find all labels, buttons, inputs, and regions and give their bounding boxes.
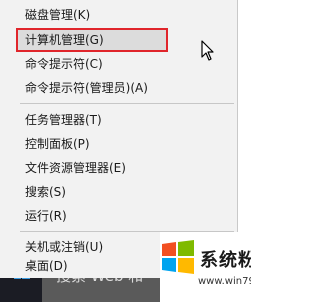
screenshot: 磁盘管理(K) 计算机管理(G) 命令提示符(C) 命令提示符(管理员)(A) …: [0, 0, 251, 302]
menu-item-file-explorer[interactable]: 文件资源管理器(E): [0, 156, 236, 180]
watermark-title: 系统粉: [200, 250, 251, 271]
menu-item-control-panel[interactable]: 控制面板(P): [0, 132, 236, 156]
menu-item-disk-management[interactable]: 磁盘管理(K): [0, 3, 236, 27]
mouse-pointer-icon: [201, 40, 214, 61]
windows-logo-icon: [162, 240, 194, 274]
menu-item-computer-management[interactable]: 计算机管理(G): [16, 28, 168, 52]
menu-item-desktop[interactable]: 桌面(D): [0, 254, 160, 278]
watermark-logo: 系统粉 www.win7999.com: [160, 232, 251, 302]
watermark-url: www.win7999.com: [198, 276, 251, 287]
menu-separator: [20, 103, 234, 104]
menu-item-search[interactable]: 搜索(S): [0, 180, 236, 204]
menu-item-command-prompt-admin[interactable]: 命令提示符(管理员)(A): [0, 76, 236, 100]
menu-item-task-manager[interactable]: 任务管理器(T): [0, 108, 236, 132]
menu-item-run[interactable]: 运行(R): [0, 204, 236, 228]
